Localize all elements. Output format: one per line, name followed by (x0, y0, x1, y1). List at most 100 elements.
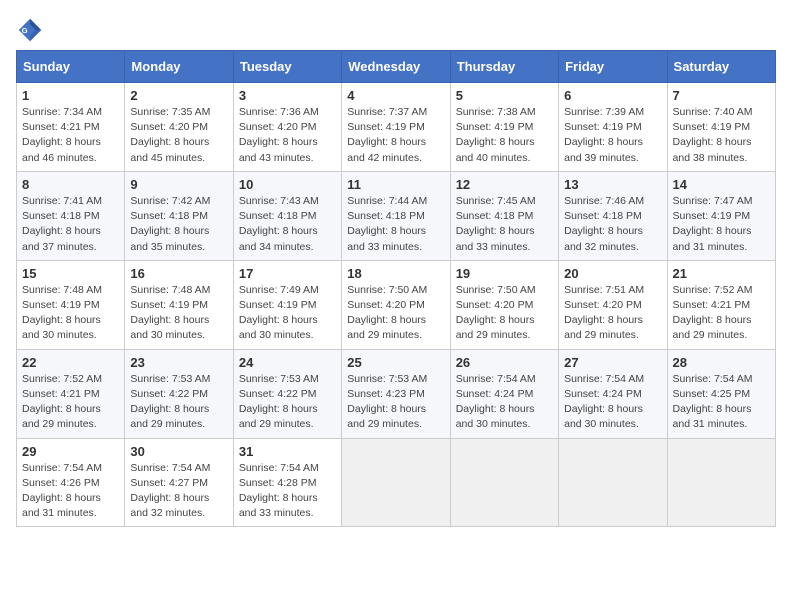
day-info: Sunrise: 7:38 AMSunset: 4:19 PMDaylight:… (456, 105, 553, 166)
day-number: 24 (239, 355, 336, 370)
day-cell: 11 Sunrise: 7:44 AMSunset: 4:18 PMDayligh… (342, 171, 450, 260)
day-number: 14 (673, 177, 770, 192)
day-number: 8 (22, 177, 119, 192)
day-cell: 7Sunrise: 7:40 AMSunset: 4:19 PMDaylight… (667, 83, 775, 172)
header-cell-sunday: Sunday (17, 51, 125, 83)
day-info: Sunrise: 7:50 AMSunset: 4:20 PMDaylight:… (456, 283, 553, 344)
day-number: 3 (239, 88, 336, 103)
day-info: Sunrise: 7:44 AMSunset: 4:18 PMDaylight:… (347, 194, 444, 255)
day-cell: 17 Sunrise: 7:49 AMSunset: 4:19 PMDayligh… (233, 260, 341, 349)
day-cell: 26Sunrise: 7:54 AMSunset: 4:24 PMDayligh… (450, 349, 558, 438)
day-cell: 14 Sunrise: 7:47 AMSunset: 4:19 PMDayligh… (667, 171, 775, 260)
day-info: Sunrise: 7:42 AMSunset: 4:18 PMDaylight:… (130, 194, 227, 255)
day-info: Sunrise: 7:40 AMSunset: 4:19 PMDaylight:… (673, 105, 770, 166)
logo-icon: G (16, 16, 44, 44)
day-cell: 29 Sunrise: 7:54 AMSunset: 4:26 PMDayligh… (17, 438, 125, 527)
day-info: Sunrise: 7:37 AMSunset: 4:19 PMDaylight:… (347, 105, 444, 166)
day-info: Sunrise: 7:36 AMSunset: 4:20 PMDaylight:… (239, 105, 336, 166)
day-info: Sunrise: 7:54 AMSunset: 4:28 PMDaylight:… (239, 461, 336, 522)
day-number: 21 (673, 266, 770, 281)
day-info: Sunrise: 7:46 AMSunset: 4:18 PMDaylight:… (564, 194, 661, 255)
day-cell (450, 438, 558, 527)
calendar-header: SundayMondayTuesdayWednesdayThursdayFrid… (17, 51, 776, 83)
day-cell: 16 Sunrise: 7:48 AMSunset: 4:19 PMDayligh… (125, 260, 233, 349)
day-cell: 28 Sunrise: 7:54 AMSunset: 4:25 PMDayligh… (667, 349, 775, 438)
day-cell: 25 Sunrise: 7:53 AMSunset: 4:23 PMDayligh… (342, 349, 450, 438)
day-number: 22 (22, 355, 119, 370)
week-row-4: 22Sunrise: 7:52 AMSunset: 4:21 PMDayligh… (17, 349, 776, 438)
day-cell: 6 Sunrise: 7:39 AMSunset: 4:19 PMDaylight… (559, 83, 667, 172)
day-number: 20 (564, 266, 661, 281)
day-cell (342, 438, 450, 527)
day-number: 6 (564, 88, 661, 103)
day-info: Sunrise: 7:53 AMSunset: 4:22 PMDaylight:… (239, 372, 336, 433)
day-cell: 30 Sunrise: 7:54 AMSunset: 4:27 PMDayligh… (125, 438, 233, 527)
day-info: Sunrise: 7:48 AMSunset: 4:19 PMDaylight:… (22, 283, 119, 344)
day-info: Sunrise: 7:51 AMSunset: 4:20 PMDaylight:… (564, 283, 661, 344)
day-number: 16 (130, 266, 227, 281)
day-info: Sunrise: 7:45 AMSunset: 4:18 PMDaylight:… (456, 194, 553, 255)
day-info: Sunrise: 7:53 AMSunset: 4:22 PMDaylight:… (130, 372, 227, 433)
header-row: SundayMondayTuesdayWednesdayThursdayFrid… (17, 51, 776, 83)
day-number: 31 (239, 444, 336, 459)
day-cell: 5 Sunrise: 7:38 AMSunset: 4:19 PMDaylight… (450, 83, 558, 172)
day-number: 29 (22, 444, 119, 459)
day-cell: 13Sunrise: 7:46 AMSunset: 4:18 PMDayligh… (559, 171, 667, 260)
day-cell: 3 Sunrise: 7:36 AMSunset: 4:20 PMDaylight… (233, 83, 341, 172)
day-number: 1 (22, 88, 119, 103)
day-number: 19 (456, 266, 553, 281)
day-number: 25 (347, 355, 444, 370)
day-info: Sunrise: 7:39 AMSunset: 4:19 PMDaylight:… (564, 105, 661, 166)
day-cell: 27Sunrise: 7:54 AMSunset: 4:24 PMDayligh… (559, 349, 667, 438)
week-row-3: 15 Sunrise: 7:48 AMSunset: 4:19 PMDayligh… (17, 260, 776, 349)
day-info: Sunrise: 7:47 AMSunset: 4:19 PMDaylight:… (673, 194, 770, 255)
day-cell (559, 438, 667, 527)
day-cell: 31 Sunrise: 7:54 AMSunset: 4:28 PMDayligh… (233, 438, 341, 527)
day-cell: 1 Sunrise: 7:34 AMSunset: 4:21 PMDaylight… (17, 83, 125, 172)
day-cell: 15 Sunrise: 7:48 AMSunset: 4:19 PMDayligh… (17, 260, 125, 349)
header-cell-friday: Friday (559, 51, 667, 83)
day-cell: 8 Sunrise: 7:41 AMSunset: 4:18 PMDaylight… (17, 171, 125, 260)
day-number: 30 (130, 444, 227, 459)
day-info: Sunrise: 7:48 AMSunset: 4:19 PMDaylight:… (130, 283, 227, 344)
day-cell: 2 Sunrise: 7:35 AMSunset: 4:20 PMDaylight… (125, 83, 233, 172)
day-info: Sunrise: 7:54 AMSunset: 4:25 PMDaylight:… (673, 372, 770, 433)
day-number: 5 (456, 88, 553, 103)
calendar-body: 1 Sunrise: 7:34 AMSunset: 4:21 PMDaylight… (17, 83, 776, 527)
day-number: 27 (564, 355, 661, 370)
day-info: Sunrise: 7:53 AMSunset: 4:23 PMDaylight:… (347, 372, 444, 433)
day-info: Sunrise: 7:54 AMSunset: 4:26 PMDaylight:… (22, 461, 119, 522)
day-number: 11 (347, 177, 444, 192)
day-cell: 4 Sunrise: 7:37 AMSunset: 4:19 PMDaylight… (342, 83, 450, 172)
svg-text:G: G (22, 26, 28, 35)
day-number: 12 (456, 177, 553, 192)
day-info: Sunrise: 7:50 AMSunset: 4:20 PMDaylight:… (347, 283, 444, 344)
day-number: 2 (130, 88, 227, 103)
day-info: Sunrise: 7:43 AMSunset: 4:18 PMDaylight:… (239, 194, 336, 255)
day-cell (667, 438, 775, 527)
day-cell: 21 Sunrise: 7:52 AMSunset: 4:21 PMDayligh… (667, 260, 775, 349)
day-number: 18 (347, 266, 444, 281)
header-cell-thursday: Thursday (450, 51, 558, 83)
day-cell: 23Sunrise: 7:53 AMSunset: 4:22 PMDayligh… (125, 349, 233, 438)
day-info: Sunrise: 7:49 AMSunset: 4:19 PMDaylight:… (239, 283, 336, 344)
day-info: Sunrise: 7:41 AMSunset: 4:18 PMDaylight:… (22, 194, 119, 255)
day-number: 28 (673, 355, 770, 370)
day-number: 4 (347, 88, 444, 103)
day-cell: 12 Sunrise: 7:45 AMSunset: 4:18 PMDayligh… (450, 171, 558, 260)
day-info: Sunrise: 7:35 AMSunset: 4:20 PMDaylight:… (130, 105, 227, 166)
header-cell-saturday: Saturday (667, 51, 775, 83)
week-row-2: 8 Sunrise: 7:41 AMSunset: 4:18 PMDaylight… (17, 171, 776, 260)
day-cell: 18 Sunrise: 7:50 AMSunset: 4:20 PMDayligh… (342, 260, 450, 349)
day-number: 9 (130, 177, 227, 192)
day-info: Sunrise: 7:34 AMSunset: 4:21 PMDaylight:… (22, 105, 119, 166)
day-info: Sunrise: 7:54 AMSunset: 4:27 PMDaylight:… (130, 461, 227, 522)
day-cell: 19 Sunrise: 7:50 AMSunset: 4:20 PMDayligh… (450, 260, 558, 349)
day-number: 17 (239, 266, 336, 281)
day-info: Sunrise: 7:52 AMSunset: 4:21 PMDaylight:… (673, 283, 770, 344)
day-number: 10 (239, 177, 336, 192)
day-cell: 10 Sunrise: 7:43 AMSunset: 4:18 PMDayligh… (233, 171, 341, 260)
calendar-table: SundayMondayTuesdayWednesdayThursdayFrid… (16, 50, 776, 527)
day-number: 26 (456, 355, 553, 370)
day-number: 15 (22, 266, 119, 281)
